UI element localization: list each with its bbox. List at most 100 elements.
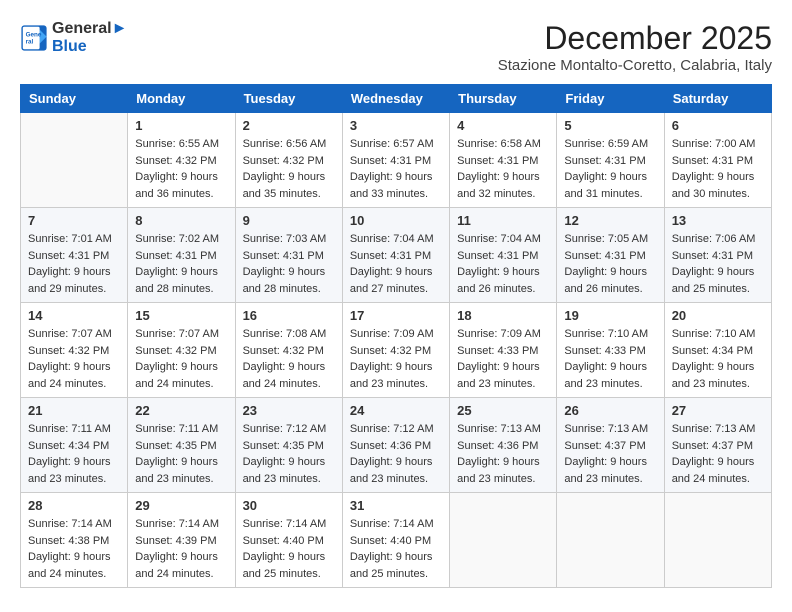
day-info: Sunrise: 7:09 AM Sunset: 4:32 PM Dayligh… [350, 326, 442, 392]
calendar-cell: 15 Sunrise: 7:07 AM Sunset: 4:32 PM Dayli… [128, 303, 235, 398]
day-number: 29 [135, 498, 227, 513]
day-info: Sunrise: 7:08 AM Sunset: 4:32 PM Dayligh… [243, 326, 335, 392]
month-title: December 2025 [498, 20, 772, 57]
day-number: 10 [350, 213, 442, 228]
day-number: 17 [350, 308, 442, 323]
day-number: 5 [564, 118, 656, 133]
calendar-cell: 3 Sunrise: 6:57 AM Sunset: 4:31 PM Daylig… [342, 113, 449, 208]
svg-text:Gene: Gene [26, 32, 42, 39]
page-header: Gene ral General► Blue December 2025 Sta… [20, 20, 772, 74]
calendar-cell: 26Sunrise: 7:13 AM Sunset: 4:37 PM Dayli… [557, 398, 664, 493]
day-info: Sunrise: 7:10 AM Sunset: 4:33 PM Dayligh… [564, 326, 656, 392]
day-number: 9 [243, 213, 335, 228]
day-info: Sunrise: 7:07 AM Sunset: 4:32 PM Dayligh… [135, 326, 227, 392]
logo: Gene ral General► Blue [20, 20, 127, 56]
day-info: Sunrise: 7:14 AM Sunset: 4:40 PM Dayligh… [350, 516, 442, 582]
day-number: 22 [135, 403, 227, 418]
day-info: Sunrise: 7:00 AM Sunset: 4:31 PM Dayligh… [672, 136, 764, 202]
day-number: 12 [564, 213, 656, 228]
day-number: 2 [243, 118, 335, 133]
day-number: 16 [243, 308, 335, 323]
logo-text: General► Blue [52, 20, 127, 56]
day-number: 20 [672, 308, 764, 323]
calendar-table: SundayMondayTuesdayWednesdayThursdayFrid… [20, 84, 772, 588]
calendar-week-row: 14 Sunrise: 7:07 AM Sunset: 4:32 PM Dayli… [21, 303, 772, 398]
logo-icon: Gene ral [20, 24, 48, 52]
day-number: 28 [28, 498, 120, 513]
day-number: 23 [243, 403, 335, 418]
day-number: 15 [135, 308, 227, 323]
day-info: Sunrise: 7:06 AM Sunset: 4:31 PM Dayligh… [672, 231, 764, 297]
day-info: Sunrise: 6:57 AM Sunset: 4:31 PM Dayligh… [350, 136, 442, 202]
calendar-cell: 23 Sunrise: 7:12 AM Sunset: 4:35 PM Dayli… [235, 398, 342, 493]
title-block: December 2025 Stazione Montalto-Coretto,… [498, 20, 772, 74]
calendar-week-row: 1Sunrise: 6:55 AM Sunset: 4:32 PM Daylig… [21, 113, 772, 208]
calendar-cell: 11Sunrise: 7:04 AM Sunset: 4:31 PM Dayli… [450, 208, 557, 303]
calendar-cell [450, 493, 557, 588]
calendar-cell: 5 Sunrise: 6:59 AM Sunset: 4:31 PM Daylig… [557, 113, 664, 208]
day-info: Sunrise: 7:11 AM Sunset: 4:35 PM Dayligh… [135, 421, 227, 487]
weekday-header-thursday: Thursday [450, 85, 557, 113]
calendar-cell: 12 Sunrise: 7:05 AM Sunset: 4:31 PM Dayli… [557, 208, 664, 303]
calendar-cell: 28 Sunrise: 7:14 AM Sunset: 4:38 PM Dayli… [21, 493, 128, 588]
day-info: Sunrise: 7:11 AM Sunset: 4:34 PM Dayligh… [28, 421, 120, 487]
day-info: Sunrise: 7:03 AM Sunset: 4:31 PM Dayligh… [243, 231, 335, 297]
weekday-header-monday: Monday [128, 85, 235, 113]
day-number: 4 [457, 118, 549, 133]
day-info: Sunrise: 7:14 AM Sunset: 4:38 PM Dayligh… [28, 516, 120, 582]
calendar-cell [557, 493, 664, 588]
day-info: Sunrise: 7:13 AM Sunset: 4:36 PM Dayligh… [457, 421, 549, 487]
calendar-week-row: 21 Sunrise: 7:11 AM Sunset: 4:34 PM Dayli… [21, 398, 772, 493]
calendar-cell: 19 Sunrise: 7:10 AM Sunset: 4:33 PM Dayli… [557, 303, 664, 398]
day-number: 6 [672, 118, 764, 133]
day-info: Sunrise: 7:12 AM Sunset: 4:36 PM Dayligh… [350, 421, 442, 487]
day-number: 11 [457, 213, 549, 228]
weekday-header-friday: Friday [557, 85, 664, 113]
calendar-cell: 22 Sunrise: 7:11 AM Sunset: 4:35 PM Dayli… [128, 398, 235, 493]
day-number: 7 [28, 213, 120, 228]
calendar-cell: 8Sunrise: 7:02 AM Sunset: 4:31 PM Daylig… [128, 208, 235, 303]
weekday-header-tuesday: Tuesday [235, 85, 342, 113]
day-info: Sunrise: 6:56 AM Sunset: 4:32 PM Dayligh… [243, 136, 335, 202]
calendar-cell [664, 493, 771, 588]
day-number: 3 [350, 118, 442, 133]
day-number: 25 [457, 403, 549, 418]
calendar-cell: 10 Sunrise: 7:04 AM Sunset: 4:31 PM Dayli… [342, 208, 449, 303]
calendar-cell: 24 Sunrise: 7:12 AM Sunset: 4:36 PM Dayli… [342, 398, 449, 493]
calendar-cell: 9 Sunrise: 7:03 AM Sunset: 4:31 PM Daylig… [235, 208, 342, 303]
day-info: Sunrise: 6:59 AM Sunset: 4:31 PM Dayligh… [564, 136, 656, 202]
day-number: 14 [28, 308, 120, 323]
calendar-cell: 31 Sunrise: 7:14 AM Sunset: 4:40 PM Dayli… [342, 493, 449, 588]
day-number: 27 [672, 403, 764, 418]
calendar-cell: 21 Sunrise: 7:11 AM Sunset: 4:34 PM Dayli… [21, 398, 128, 493]
location-title: Stazione Montalto-Coretto, Calabria, Ita… [498, 57, 772, 74]
calendar-cell: 20Sunrise: 7:10 AM Sunset: 4:34 PM Dayli… [664, 303, 771, 398]
calendar-cell: 13Sunrise: 7:06 AM Sunset: 4:31 PM Dayli… [664, 208, 771, 303]
day-number: 18 [457, 308, 549, 323]
calendar-cell: 1Sunrise: 6:55 AM Sunset: 4:32 PM Daylig… [128, 113, 235, 208]
calendar-cell: 4 Sunrise: 6:58 AM Sunset: 4:31 PM Daylig… [450, 113, 557, 208]
weekday-header-row: SundayMondayTuesdayWednesdayThursdayFrid… [21, 85, 772, 113]
day-number: 31 [350, 498, 442, 513]
day-info: Sunrise: 7:12 AM Sunset: 4:35 PM Dayligh… [243, 421, 335, 487]
calendar-cell: 18Sunrise: 7:09 AM Sunset: 4:33 PM Dayli… [450, 303, 557, 398]
weekday-header-saturday: Saturday [664, 85, 771, 113]
day-number: 21 [28, 403, 120, 418]
calendar-cell: 27Sunrise: 7:13 AM Sunset: 4:37 PM Dayli… [664, 398, 771, 493]
day-info: Sunrise: 6:58 AM Sunset: 4:31 PM Dayligh… [457, 136, 549, 202]
day-number: 19 [564, 308, 656, 323]
day-info: Sunrise: 7:05 AM Sunset: 4:31 PM Dayligh… [564, 231, 656, 297]
day-info: Sunrise: 7:01 AM Sunset: 4:31 PM Dayligh… [28, 231, 120, 297]
day-info: Sunrise: 7:13 AM Sunset: 4:37 PM Dayligh… [564, 421, 656, 487]
calendar-cell: 29Sunrise: 7:14 AM Sunset: 4:39 PM Dayli… [128, 493, 235, 588]
calendar-cell: 25 Sunrise: 7:13 AM Sunset: 4:36 PM Dayli… [450, 398, 557, 493]
day-info: Sunrise: 7:07 AM Sunset: 4:32 PM Dayligh… [28, 326, 120, 392]
calendar-cell: 30Sunrise: 7:14 AM Sunset: 4:40 PM Dayli… [235, 493, 342, 588]
weekday-header-sunday: Sunday [21, 85, 128, 113]
calendar-cell: 7 Sunrise: 7:01 AM Sunset: 4:31 PM Daylig… [21, 208, 128, 303]
day-info: Sunrise: 6:55 AM Sunset: 4:32 PM Dayligh… [135, 136, 227, 202]
day-info: Sunrise: 7:14 AM Sunset: 4:40 PM Dayligh… [243, 516, 335, 582]
day-info: Sunrise: 7:04 AM Sunset: 4:31 PM Dayligh… [350, 231, 442, 297]
day-number: 24 [350, 403, 442, 418]
calendar-cell: 6 Sunrise: 7:00 AM Sunset: 4:31 PM Daylig… [664, 113, 771, 208]
